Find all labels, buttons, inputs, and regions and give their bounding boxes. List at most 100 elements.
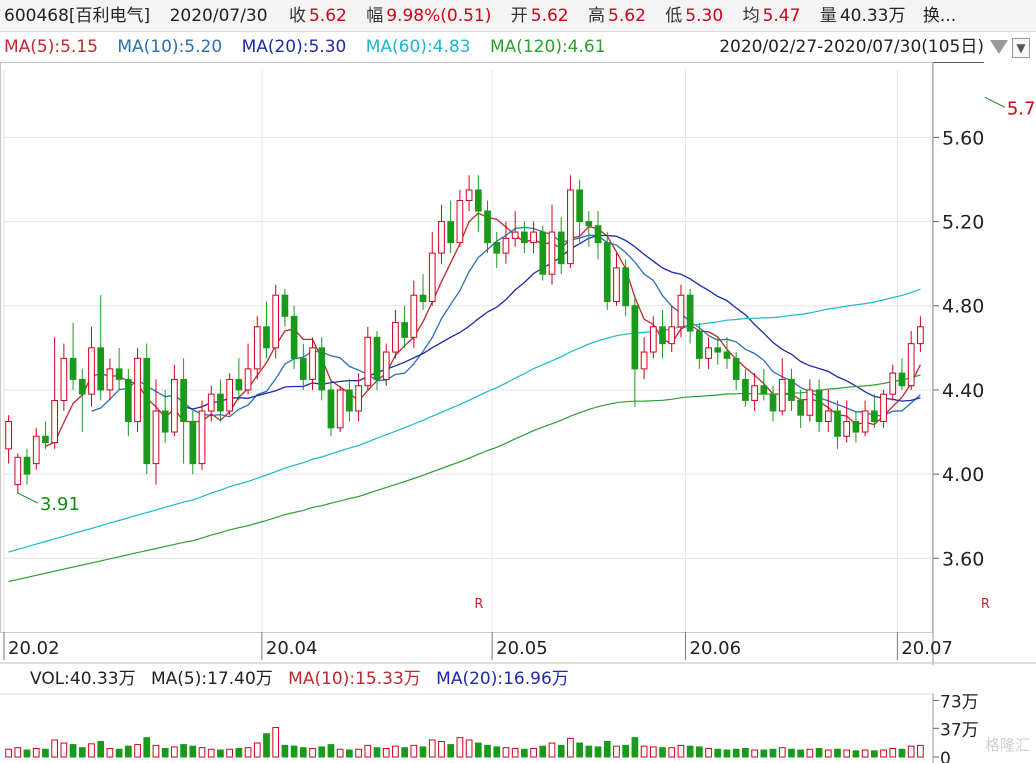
candle-body (576, 189, 583, 223)
candle-body (603, 242, 611, 303)
volume-bar (88, 743, 95, 758)
volume-bar (198, 747, 206, 758)
volume-bar (428, 739, 436, 758)
volume-bar (364, 744, 372, 758)
x-tick-label: 20.05 (496, 638, 548, 659)
volume-bar (14, 747, 22, 758)
candle-body (760, 385, 768, 395)
volume-bar (677, 744, 685, 758)
volume-bar (760, 749, 768, 758)
candle-body (870, 410, 878, 423)
volume-bar (161, 747, 169, 758)
kline-chart[interactable]: 5.60 5.20 4.80 4.40 4.00 3.60 20.02 20.04 20.05 2… (0, 0, 1036, 763)
candle-body (124, 378, 132, 423)
volume-bar (32, 747, 40, 758)
candle-body (640, 351, 648, 370)
candle-body (401, 322, 408, 338)
volume-bar (742, 747, 749, 758)
volume-bar (824, 749, 832, 758)
volume-bar (880, 749, 887, 758)
candle-body (253, 326, 261, 370)
candle-body (419, 294, 427, 303)
candle-body (134, 357, 141, 423)
candle-body (143, 357, 151, 465)
volume-bar (797, 749, 805, 758)
candle-body (456, 200, 464, 244)
candle-body (917, 326, 924, 345)
volume-bar (336, 748, 344, 758)
candle-body (824, 410, 832, 423)
volume-bar (235, 747, 243, 758)
candle-body (152, 410, 160, 465)
candle-body (32, 435, 40, 465)
volume-bar (207, 748, 215, 758)
candle-body (161, 410, 169, 433)
candle-body (530, 231, 537, 244)
volume-bar (465, 739, 473, 758)
candle-body (299, 357, 307, 380)
candle-body (23, 456, 31, 475)
volume-bar (392, 745, 399, 758)
candle-body (69, 357, 77, 380)
low-marker-line (17, 492, 39, 504)
high-marker-line (984, 96, 1006, 108)
candle-body (649, 326, 657, 353)
candle-body (806, 389, 814, 416)
candle-body (373, 336, 381, 380)
volume-bar (272, 727, 280, 758)
candle-body (797, 399, 805, 416)
high-price-label: 5.79 (1007, 98, 1036, 119)
volume-bar (97, 741, 105, 758)
candle-body (235, 378, 243, 391)
volume-bar (419, 746, 427, 758)
volume-bar (253, 742, 261, 758)
candle-body (631, 305, 639, 370)
candle-body (207, 393, 215, 412)
candle-body (834, 410, 841, 437)
candle-body (742, 378, 749, 401)
candle-body (723, 351, 731, 359)
candle-body (548, 231, 556, 275)
vol-tick-label: 37万 (940, 720, 979, 740)
candle-body (907, 343, 915, 387)
y-tick-label: 5.20 (942, 212, 984, 234)
volume-bar (410, 744, 418, 758)
candle-body (769, 393, 777, 412)
candle-body (502, 237, 510, 254)
volume-bar (69, 744, 77, 758)
volume-bar (152, 744, 160, 758)
y-tick-label: 4.00 (942, 464, 984, 486)
candle-body (898, 372, 906, 387)
volume-bar (714, 748, 722, 758)
volume-bar (631, 737, 639, 758)
candle-body (198, 410, 206, 465)
candle-body (493, 242, 501, 254)
volume-bar (124, 745, 132, 758)
volume-bar (511, 747, 519, 758)
volume-bar (226, 748, 234, 758)
candle-body (244, 368, 252, 391)
volume-bar (217, 749, 224, 758)
volume-bar (530, 747, 537, 758)
r-marker: R (981, 597, 990, 612)
watermark-logo: 格隆汇 (984, 736, 1030, 754)
candle-body (751, 385, 758, 401)
volume-bar (171, 746, 178, 758)
candle-body (226, 378, 234, 412)
volume-bar (548, 742, 556, 758)
candle-body (290, 315, 298, 359)
candle-body (189, 421, 197, 465)
candle-body (852, 421, 860, 433)
candle-body (42, 435, 49, 444)
candle-body (364, 336, 372, 387)
y-tick-label: 5.60 (942, 127, 984, 149)
candle-body (585, 221, 593, 227)
volume-bar (576, 742, 583, 758)
volume-bar (447, 744, 455, 758)
volume-bar (815, 747, 823, 758)
vol-tick-label: 0 (940, 749, 951, 763)
candle-body (889, 372, 897, 395)
vol-tick-label: 73万 (940, 692, 979, 712)
volume-bar (456, 737, 464, 758)
volume-bar (502, 747, 510, 758)
